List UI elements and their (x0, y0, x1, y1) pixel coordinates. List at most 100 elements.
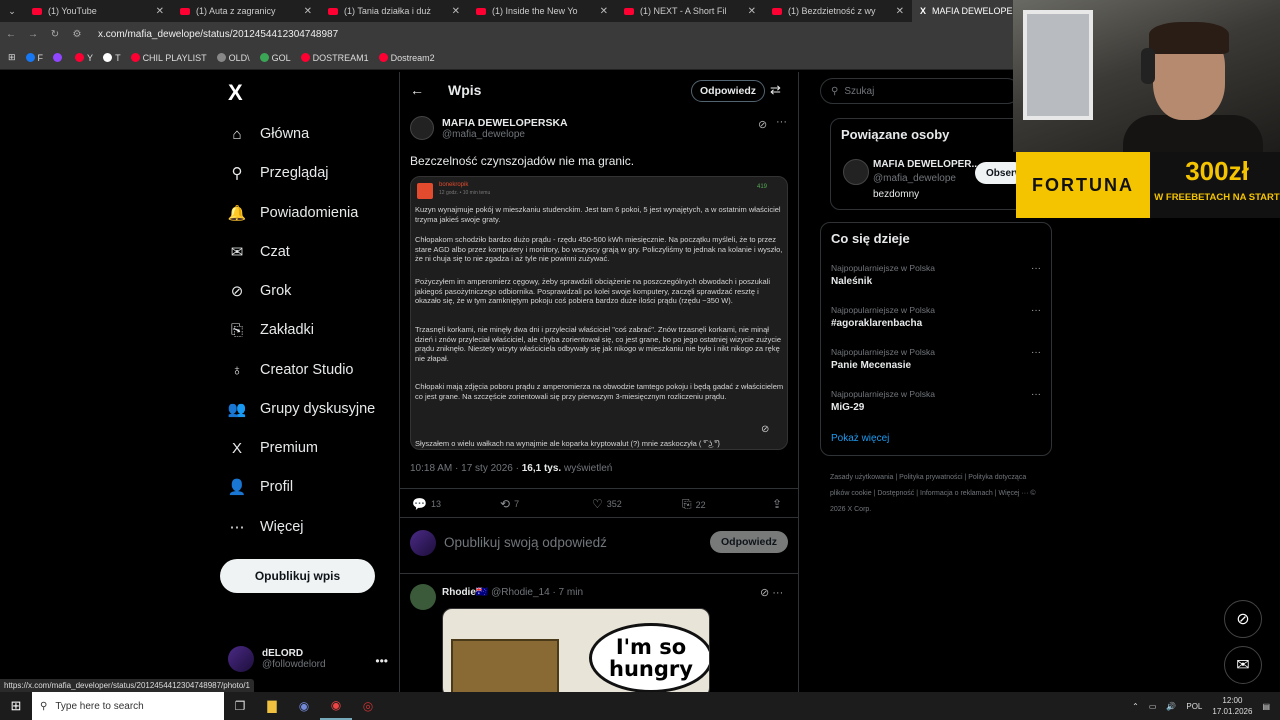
browser-tab[interactable]: (1) Tania działka i duż ✕ (320, 0, 468, 22)
tab-search-icon[interactable]: ⌄ (0, 6, 24, 17)
image-grok-icon[interactable]: ⊘ (761, 424, 769, 435)
browser-tab[interactable]: (1) NEXT - A Short Fil ✕ (616, 0, 764, 22)
trend-more-icon[interactable]: ··· (1031, 389, 1041, 400)
sidebar-item[interactable]: ⋯ Więcej (228, 515, 304, 539)
file-explorer-icon[interactable]: ▇ (256, 692, 288, 720)
close-icon[interactable]: ✕ (600, 6, 608, 17)
sidebar-item[interactable]: ⚲ Przeglądaj (228, 161, 329, 185)
site-info-icon[interactable]: ⚙ (66, 29, 88, 40)
language-indicator[interactable]: POL (1186, 702, 1202, 711)
reply-submit-button[interactable]: Odpowiedz (710, 531, 788, 553)
sidebar-item[interactable]: ⎘ Zakładki (228, 318, 314, 342)
trend-more-icon[interactable]: ··· (1031, 263, 1041, 274)
taskbar-search[interactable]: ⚲ Type here to search (32, 692, 224, 720)
clock[interactable]: 12:00 17.01.2026 (1212, 695, 1252, 717)
post-button[interactable]: Opublikuj wpis (220, 559, 375, 593)
close-icon[interactable]: ✕ (452, 6, 460, 17)
show-more-link[interactable]: Pokaż więcej (831, 433, 889, 444)
account-switcher[interactable]: dELORD @followdelord ••• (228, 646, 388, 672)
search-placeholder: Szukaj (844, 85, 875, 97)
reply-author-name[interactable]: Rhodie🇦🇺 (442, 587, 488, 598)
chrome-icon[interactable]: ◉ (320, 692, 352, 720)
bookmark-item[interactable]: OLD\ (216, 53, 250, 63)
url-text[interactable]: x.com/mafia_dewelope/status/201245441230… (98, 29, 338, 40)
sidebar-item[interactable]: X Premium (228, 436, 318, 460)
author-avatar[interactable] (410, 116, 434, 140)
reply-input[interactable]: Opublikuj swoją odpowiedź (444, 535, 607, 550)
bookmark-item[interactable]: F (25, 53, 43, 63)
post-image[interactable]: bonekropik 12 godz. • 10 min temu 419 Ku… (410, 176, 788, 450)
sidebar-item[interactable]: 👥 Grupy dyskusyjne (228, 397, 376, 421)
post-text: Bezczelność czynszojadów nie ma granic. (410, 154, 635, 168)
like-action[interactable]: ♡ 352 (592, 497, 622, 511)
grok-icon[interactable]: ⊘ (758, 118, 767, 131)
filter-icon[interactable]: ⇄ (770, 82, 781, 98)
reply-time[interactable]: · 7 min (552, 587, 583, 598)
browser-tab[interactable]: (1) YouTube ✕ (24, 0, 172, 22)
post-more-icon[interactable]: ··· (776, 116, 787, 128)
bookmark-item[interactable]: T (103, 53, 121, 63)
close-icon[interactable]: ✕ (896, 6, 904, 17)
post-time[interactable]: 10:18 AM · 17 sty 2026 · (410, 463, 522, 474)
network-icon[interactable]: ▭ (1149, 702, 1157, 711)
back-icon[interactable]: ← (0, 29, 22, 40)
trend-more-icon[interactable]: ··· (1031, 347, 1041, 358)
share-action[interactable]: ⇪ (772, 497, 782, 511)
tray-arrow-icon[interactable]: ⌃ (1132, 702, 1139, 711)
bookmark-item[interactable]: Y (75, 53, 93, 63)
trend-item[interactable]: Najpopularniejsze w Polska Panie Mecenasi… (831, 347, 1041, 371)
bookmark-item[interactable] (53, 53, 65, 62)
reply-handle[interactable]: @Rhodie_14 (491, 587, 550, 598)
search-input[interactable]: ⚲ Szukaj (820, 78, 1020, 104)
sidebar-item[interactable]: ✉ Czat (228, 240, 290, 264)
sidebar-item[interactable]: ♁ Creator Studio (228, 358, 353, 382)
grok-fab-icon[interactable]: ⊘ (1224, 600, 1262, 638)
browser-tab[interactable]: (1) Inside the New Yo ✕ (468, 0, 616, 22)
post-author[interactable]: MAFIA DEWELOPERSKA @mafia_dewelope (410, 116, 568, 140)
reply-item[interactable]: Rhodie🇦🇺 @Rhodie_14 · 7 min ⊘ ··· I'm so… (410, 584, 790, 692)
sidebar-item[interactable]: ⌂ Główna (228, 122, 309, 146)
reply-action[interactable]: 💬 13 (412, 497, 441, 511)
sidebar-item[interactable]: 🔔 Powiadomienia (228, 201, 359, 225)
trend-item[interactable]: Najpopularniejsze w Polska #agoraklarenba… (831, 305, 1041, 329)
reply-avatar[interactable] (410, 584, 436, 610)
obs-icon[interactable]: ◎ (352, 692, 384, 720)
browser-tab[interactable]: (1) Bezdzietność z wy ✕ (764, 0, 912, 22)
back-arrow-icon[interactable]: ← (410, 82, 424, 98)
trend-item[interactable]: Najpopularniejsze w Polska Naleśnik ··· (831, 263, 1041, 287)
close-icon[interactable]: ✕ (156, 6, 164, 17)
apps-icon[interactable]: ⊞ (8, 52, 16, 63)
reply-image[interactable]: I'm so hungry (442, 608, 710, 692)
footer-links[interactable]: Zasady użytkowania | Polityka prywatnośc… (830, 470, 1040, 518)
related-handle[interactable]: @mafia_dewelope (873, 173, 956, 184)
notifications-icon[interactable]: ▤ (1262, 702, 1270, 711)
reply-header-button[interactable]: Odpowiedz (691, 80, 765, 102)
bookmark-item[interactable]: Dostream2 (378, 53, 435, 63)
reload-icon[interactable]: ↻ (44, 29, 66, 40)
sidebar-item[interactable]: 👤 Profil (228, 475, 293, 499)
sidebar-item[interactable]: ⊘ Grok (228, 279, 292, 303)
bookmark-item[interactable]: GOL (259, 53, 291, 63)
author-name[interactable]: MAFIA DEWELOPERSKA (442, 117, 568, 129)
reply-more-icon[interactable]: ⊘ ··· (760, 586, 783, 599)
bookmark-item[interactable]: CHIL PLAYLIST (130, 53, 207, 63)
account-more-icon[interactable]: ••• (375, 654, 388, 668)
forward-icon[interactable]: → (22, 29, 44, 40)
author-handle[interactable]: @mafia_dewelope (442, 129, 568, 140)
task-view-icon[interactable]: ❐ (224, 692, 256, 720)
browser-tab[interactable]: (1) Auta z zagranicy ✕ (172, 0, 320, 22)
windows-start-icon[interactable]: ⊞ (0, 698, 32, 714)
repost-action[interactable]: ⟲ 7 (500, 497, 519, 511)
messages-fab-icon[interactable]: ✉ (1224, 646, 1262, 684)
bookmark-item[interactable]: DOSTREAM1 (300, 53, 369, 63)
trend-item[interactable]: Najpopularniejsze w Polska MiG-29 ··· (831, 389, 1041, 413)
discord-icon[interactable]: ◉ (288, 692, 320, 720)
volume-icon[interactable]: 🔊 (1166, 702, 1176, 711)
trend-more-icon[interactable]: ··· (1031, 305, 1041, 316)
related-name[interactable]: MAFIA DEWELOPER... (873, 159, 980, 170)
bookmark-action[interactable]: ⎘ 22 (682, 497, 706, 512)
related-avatar[interactable] (843, 159, 869, 185)
x-logo-icon[interactable]: X (228, 80, 243, 106)
close-icon[interactable]: ✕ (748, 6, 756, 17)
close-icon[interactable]: ✕ (304, 6, 312, 17)
